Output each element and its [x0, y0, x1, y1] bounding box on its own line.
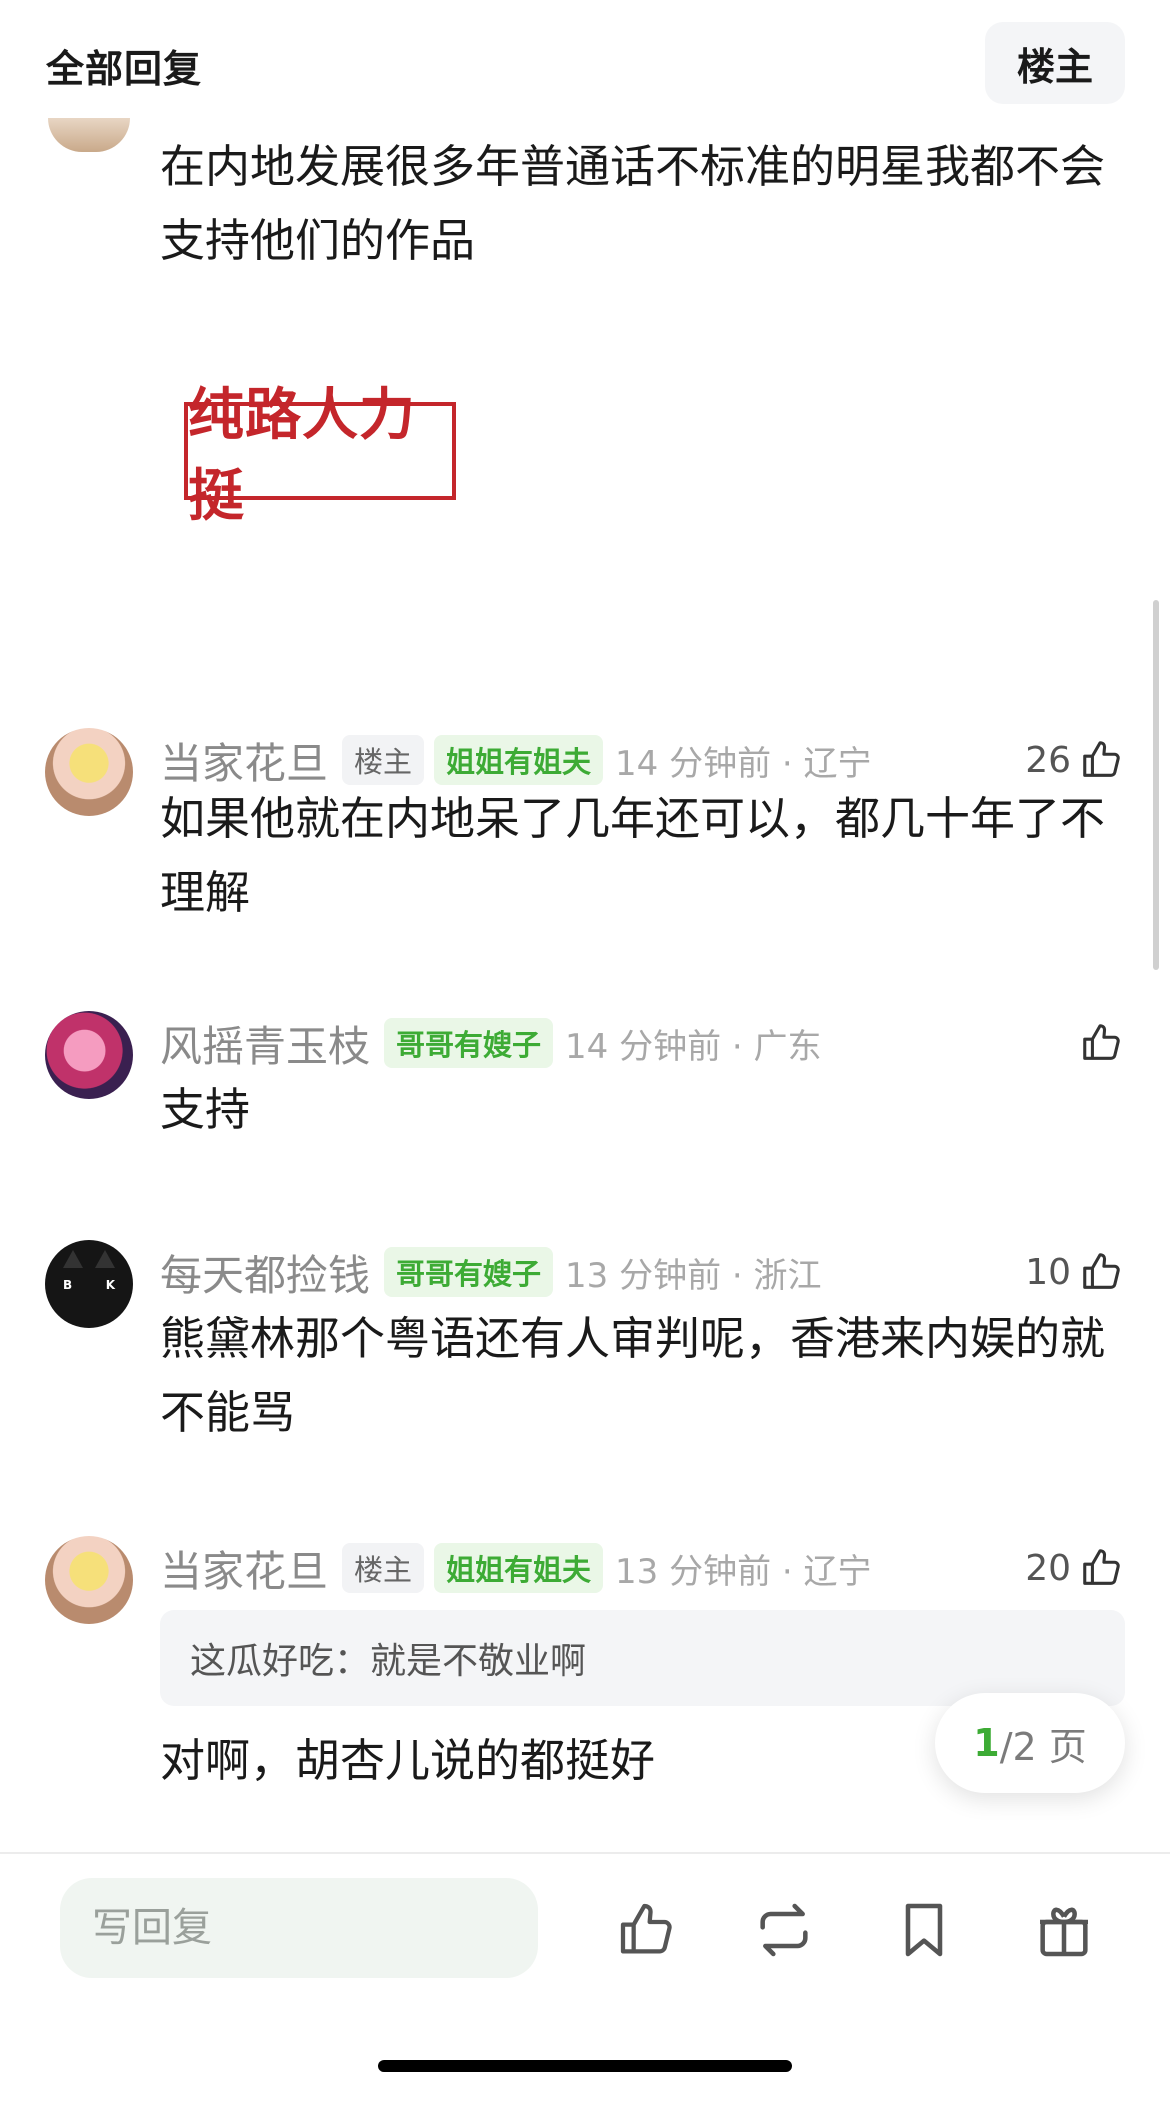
timestamp-location: 13 分钟前 · 辽宁 [615, 1551, 872, 1592]
thumbs-up-icon [1083, 1253, 1120, 1289]
thumbs-up-icon [1083, 1024, 1120, 1060]
reply-input[interactable]: 写回复 [60, 1878, 538, 1978]
timestamp-location: 14 分钟前 · 辽宁 [615, 743, 872, 784]
like-count: 20 [1025, 1547, 1071, 1589]
comment-meta: 当家花旦 楼主 姐姐有姐夫 13 分钟前 · 辽宁 [160, 1540, 872, 1596]
avatar[interactable]: B K [45, 1240, 133, 1328]
like-count: 26 [1025, 739, 1071, 781]
username[interactable]: 每天都捡钱 [160, 1242, 370, 1303]
home-indicator[interactable] [378, 2060, 792, 2072]
comment-meta: 每天都捡钱 哥哥有嫂子 13 分钟前 · 浙江 [160, 1244, 822, 1300]
total-pages: /2 页 [999, 1724, 1087, 1769]
fan-tag-badge: 哥哥有嫂子 [384, 1247, 554, 1297]
like-button[interactable]: 10 [1025, 1244, 1125, 1300]
like-button[interactable] [1071, 1015, 1125, 1071]
timestamp-location: 14 分钟前 · 广东 [565, 1026, 822, 1067]
avatar[interactable] [45, 1536, 133, 1624]
comment-text: 支持 [160, 1083, 251, 1136]
stamp-image: 纯路人力挺 [184, 382, 456, 529]
quoted-reply[interactable]: 这瓜好吃：就是不敬业啊 [160, 1610, 1125, 1706]
cat-ear [95, 1250, 115, 1268]
comment-meta: 当家花旦 楼主 姐姐有姐夫 14 分钟前 · 辽宁 [160, 732, 872, 788]
avatar[interactable] [45, 1011, 133, 1099]
username[interactable]: 当家花旦 [160, 1538, 328, 1599]
thumbs-up-icon [1083, 741, 1120, 777]
top-bar: 全部回复 楼主 [0, 0, 1170, 120]
op-only-button[interactable]: 楼主 [985, 22, 1125, 104]
avatar[interactable] [45, 728, 133, 816]
like-count: 10 [1025, 1251, 1071, 1293]
avatar-letter: K [105, 1278, 115, 1292]
avatar[interactable] [48, 118, 130, 152]
fan-tag-badge: 姐姐有姐夫 [434, 1543, 604, 1593]
scrollbar[interactable] [1153, 600, 1159, 970]
username[interactable]: 风摇青玉枝 [160, 1013, 370, 1074]
avatar-letter: B [63, 1278, 73, 1292]
comment-text: 熊黛林那个粤语还有人审判呢，香港来内娱的就不能骂 [160, 1312, 1106, 1439]
page-title: 全部回复 [46, 47, 203, 91]
page-indicator[interactable]: 1/2 页 [935, 1693, 1125, 1793]
cat-ear [63, 1250, 83, 1268]
comment-text: 在内地发展很多年普通话不标准的明星我都不会支持他们的作品 [160, 140, 1106, 267]
repost-icon[interactable] [752, 1898, 816, 1962]
thumbs-up-icon [1083, 1549, 1120, 1585]
comment-text: 如果他就在内地呆了几年还可以，都几十年了不理解 [160, 792, 1106, 919]
fan-tag-badge: 哥哥有嫂子 [384, 1018, 554, 1068]
gift-icon[interactable] [1032, 1898, 1096, 1962]
like-button[interactable]: 20 [1025, 1540, 1125, 1596]
op-badge: 楼主 [342, 735, 425, 785]
like-icon[interactable] [615, 1898, 679, 1962]
fan-tag-badge: 姐姐有姐夫 [434, 735, 604, 785]
current-page: 1 [973, 1721, 1000, 1765]
bookmark-icon[interactable] [892, 1898, 956, 1962]
timestamp-location: 13 分钟前 · 浙江 [565, 1255, 822, 1296]
comment-meta: 风摇青玉枝 哥哥有嫂子 14 分钟前 · 广东 [160, 1015, 822, 1071]
like-button[interactable]: 26 [1025, 732, 1125, 788]
op-badge: 楼主 [342, 1543, 425, 1593]
